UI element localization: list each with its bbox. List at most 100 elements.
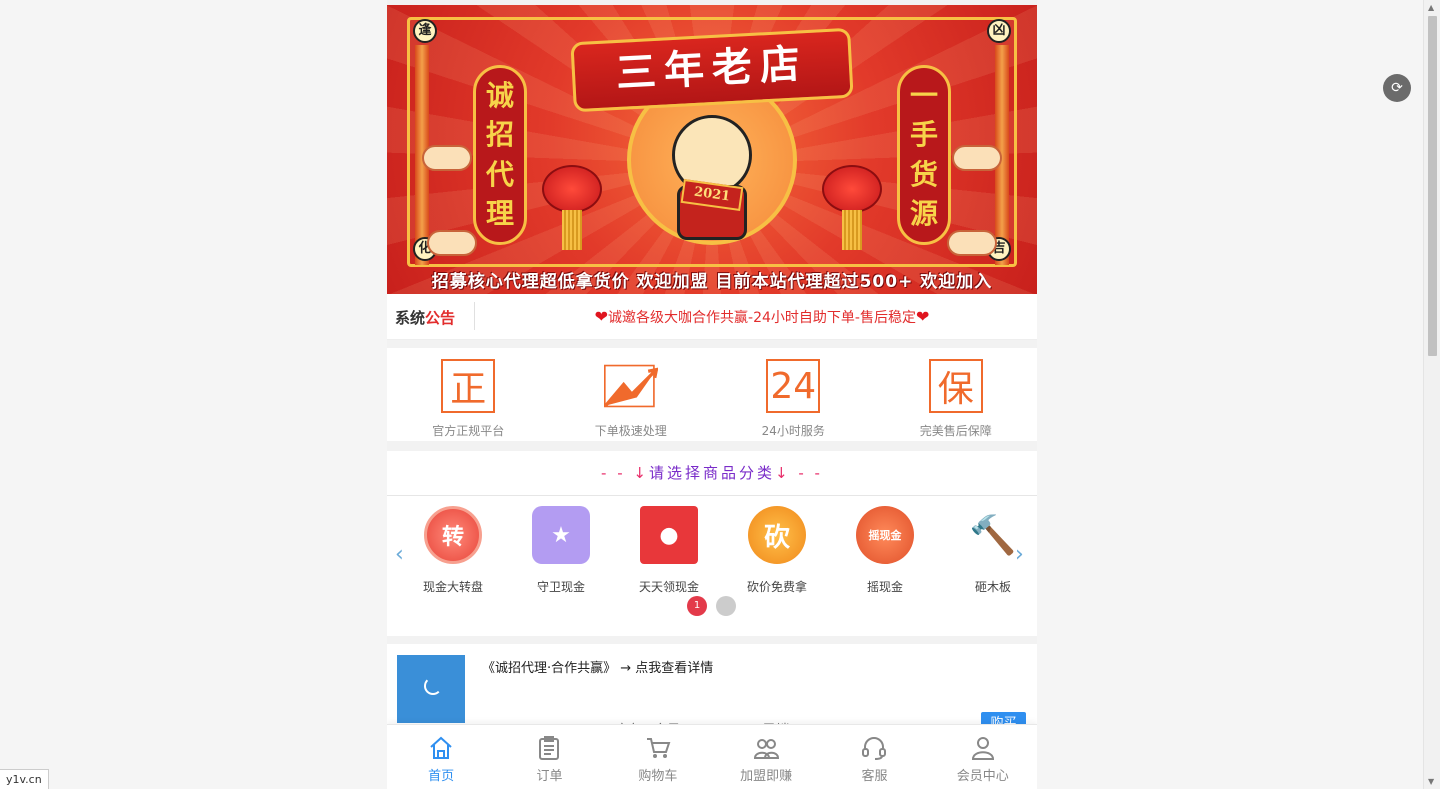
arrow-down-icon: ↓ - - xyxy=(775,464,823,482)
clock-24-icon: 24 xyxy=(766,359,821,413)
shake-cash-icon: 摇现金 xyxy=(856,506,914,564)
system-notice[interactable]: 系统公告 ❤诚邀各级大咖合作共赢-24小时自助下单-售后稳定❤ xyxy=(387,294,1037,340)
arrow-down-icon: - - ↓ xyxy=(601,464,649,482)
tassel-decoration xyxy=(562,210,582,250)
feature-label: 24小时服务 xyxy=(761,424,825,438)
corner-seal: 逢 xyxy=(413,19,437,43)
cloud-decoration xyxy=(422,145,472,171)
headset-icon xyxy=(862,737,887,760)
category-item[interactable]: 砍 砍价免费拿 xyxy=(723,506,831,595)
category-label: 天天领现金 xyxy=(638,580,699,594)
category-label: 现金大转盘 xyxy=(422,580,483,594)
category-label: 砍价免费拿 xyxy=(746,580,807,594)
feature-label: 完美售后保障 xyxy=(919,424,992,438)
bottom-tab-bar: 首页 订单 购物车 加盟即赚 客服 会员中心 xyxy=(387,724,1037,789)
team-icon xyxy=(754,739,780,759)
notice-tag-part1: 系统 xyxy=(395,309,426,327)
cloud-decoration xyxy=(952,145,1002,171)
home-icon xyxy=(430,736,452,759)
cart-icon xyxy=(646,738,671,758)
chevron-right-icon[interactable]: › xyxy=(1015,542,1024,567)
tab-orders[interactable]: 订单 xyxy=(495,725,603,789)
tassel-decoration xyxy=(842,210,862,250)
scroll-down-arrow-icon[interactable]: ▼ xyxy=(1428,777,1434,786)
category-header: - - ↓请选择商品分类↓ - - xyxy=(387,451,1037,496)
notice-divider xyxy=(474,302,475,330)
notice-marquee: ❤诚邀各级大咖合作共赢-24小时自助下单-售后稳定❤ xyxy=(487,307,1037,327)
scrollbar-thumb[interactable] xyxy=(1428,16,1437,356)
feature-strip: 正 官方正规平台 下单极速处理 24 24小时服务 保 完美售后保障 xyxy=(387,348,1037,441)
category-label: 砸木板 xyxy=(974,580,1011,594)
shake-icon: ⟳ xyxy=(1391,80,1403,96)
vertical-char: 诚 xyxy=(485,78,514,112)
right-vertical-banner: 一 手 货 源 xyxy=(897,65,951,245)
star-badge-icon: ★ xyxy=(532,506,590,564)
lantern-icon xyxy=(822,165,882,213)
headline-scroll: 三年老店 xyxy=(570,27,854,113)
feature-warranty: 保 完美售后保障 xyxy=(875,348,1038,441)
official-icon: 正 xyxy=(441,359,496,413)
feature-fast: 下单极速处理 xyxy=(550,348,713,441)
hammer-icon: 🔨 xyxy=(969,512,1017,557)
wheel-icon: 转 xyxy=(424,506,482,564)
category-label: 守卫现金 xyxy=(536,580,585,594)
vertical-char: 手 xyxy=(909,118,938,152)
category-item[interactable]: 摇现金 摇现金 xyxy=(831,506,939,595)
category-item[interactable]: ★ 守卫现金 xyxy=(507,506,615,595)
tab-join[interactable]: 加盟即赚 xyxy=(712,725,820,789)
user-icon xyxy=(971,737,994,760)
floating-action-button[interactable]: ⟳ xyxy=(1383,74,1411,102)
tab-label: 首页 xyxy=(428,769,455,784)
vertical-char: 一 xyxy=(909,78,938,112)
heart-icon: ❤ xyxy=(915,307,930,326)
vertical-char: 招 xyxy=(485,118,514,152)
bargain-icon: 砍 xyxy=(748,506,806,564)
category-list: 转 现金大转盘 ★ 守卫现金 ● 天天领现金 砍 砍价免费拿 摇现金 摇现金 🔨 xyxy=(399,506,1037,595)
promo-banner[interactable]: 逢 凶 化 吉 诚 招 代 理 一 手 货 源 2021 三年老店 招募核心代理… xyxy=(387,5,1037,294)
corner-seal: 凶 xyxy=(987,19,1011,43)
category-label: 摇现金 xyxy=(866,580,903,594)
tab-home[interactable]: 首页 xyxy=(387,725,495,789)
cloud-decoration xyxy=(947,230,997,256)
tab-label: 客服 xyxy=(861,769,888,784)
pagination-dot[interactable]: 1 xyxy=(687,596,707,616)
tab-support[interactable]: 客服 xyxy=(820,725,928,789)
tab-label: 订单 xyxy=(536,769,563,784)
tab-label: 加盟即赚 xyxy=(740,769,793,784)
status-bar-url: y1v.cn xyxy=(0,769,49,789)
feature-label: 下单极速处理 xyxy=(594,424,667,438)
product-title[interactable]: 《诚招代理·合作共赢》 → 点我查看详情 xyxy=(482,657,713,676)
notice-tag: 系统公告 xyxy=(395,307,455,328)
warranty-icon: 保 xyxy=(928,359,983,413)
lantern-icon xyxy=(542,165,602,213)
product-card[interactable]: 《诚招代理·合作共赢》 → 点我查看详情 ￥888.00 库存：充足 已销：0 … xyxy=(387,644,1037,741)
vertical-char: 源 xyxy=(909,197,938,231)
notice-message: 诚邀各级大咖合作共赢-24小时自助下单-售后稳定 xyxy=(608,310,916,326)
feature-official: 正 官方正规平台 xyxy=(387,348,550,441)
heart-icon: ❤ xyxy=(594,307,609,326)
carousel-pagination: 1 xyxy=(687,596,736,616)
feature-24h: 24 24小时服务 xyxy=(712,348,875,441)
category-carousel: ‹ 转 现金大转盘 ★ 守卫现金 ● 天天领现金 砍 砍价免费拿 摇现金 摇现金 xyxy=(387,496,1037,636)
vertical-char: 货 xyxy=(909,157,938,191)
banner-headline: 三年老店 xyxy=(614,40,810,97)
tab-member[interactable]: 会员中心 xyxy=(929,725,1037,789)
vertical-char: 理 xyxy=(485,197,514,231)
category-item[interactable]: ● 天天领现金 xyxy=(615,506,723,595)
tab-label: 会员中心 xyxy=(956,769,1009,784)
tab-cart[interactable]: 购物车 xyxy=(604,725,712,789)
cloud-decoration xyxy=(427,230,477,256)
mobile-page: 逢 凶 化 吉 诚 招 代 理 一 手 货 源 2021 三年老店 招募核心代理… xyxy=(387,0,1037,789)
left-vertical-banner: 诚 招 代 理 xyxy=(473,65,527,245)
trend-arrow-icon xyxy=(603,359,658,413)
tab-label: 购物车 xyxy=(638,769,678,784)
pagination-dot[interactable] xyxy=(716,596,736,616)
category-item[interactable]: 转 现金大转盘 xyxy=(399,506,507,595)
page-scrollbar[interactable]: ▲ ▼ xyxy=(1423,0,1440,789)
scroll-up-arrow-icon[interactable]: ▲ xyxy=(1428,3,1434,12)
order-icon xyxy=(539,736,560,760)
feature-label: 官方正规平台 xyxy=(432,424,505,438)
product-thumbnail[interactable] xyxy=(397,655,465,723)
notice-tag-part2: 公告 xyxy=(425,309,456,327)
loading-spinner-icon xyxy=(424,677,442,695)
